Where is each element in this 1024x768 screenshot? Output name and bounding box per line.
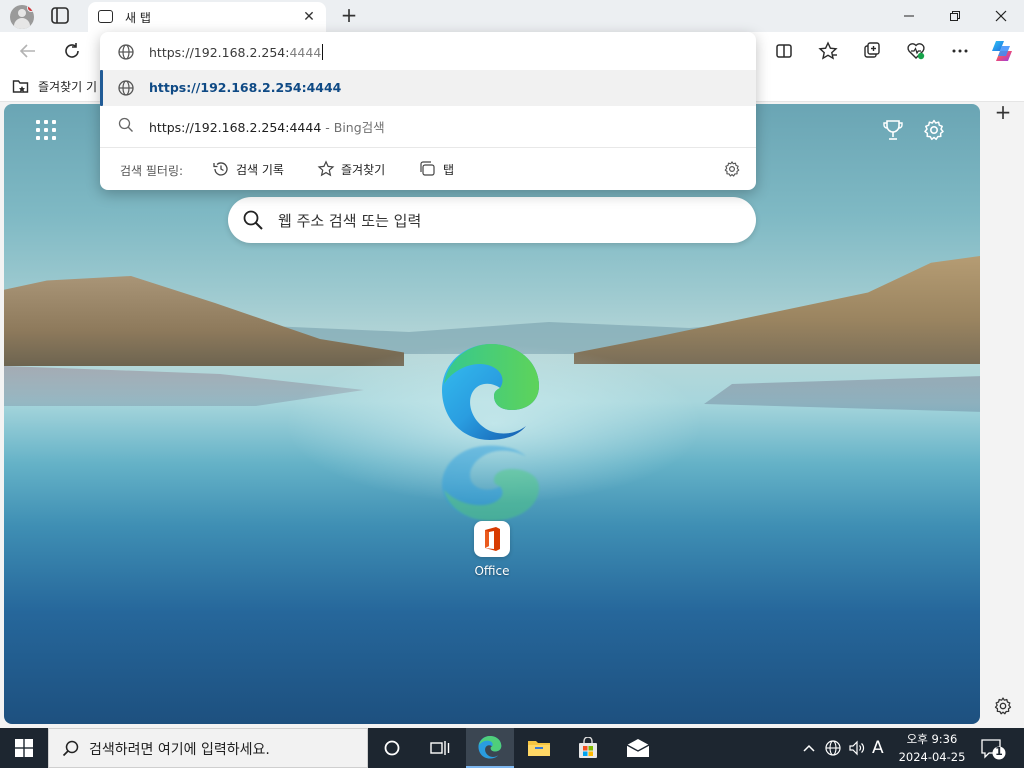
favorites-folder-icon[interactable] xyxy=(12,78,30,94)
selection-accent-bar xyxy=(100,70,103,106)
filter-history[interactable]: 검색 기록 xyxy=(212,159,284,179)
bing-suggestion-suffix: - Bing검색 xyxy=(321,120,385,135)
filter-tabs-label: 탭 xyxy=(443,162,455,177)
more-menu-icon[interactable] xyxy=(950,41,970,61)
history-icon xyxy=(213,162,228,176)
suggestion-bing-search[interactable]: https://192.168.2.254:4444 - Bing검색 xyxy=(100,107,756,143)
web-search-box[interactable]: 웹 주소 검색 또는 입력 xyxy=(228,197,756,243)
ime-indicator[interactable]: A xyxy=(872,738,884,758)
favorites-bar-label[interactable]: 즐겨찾기 기 xyxy=(38,78,97,95)
start-button[interactable] xyxy=(0,728,48,768)
search-filter-row: 검색 필터링: 검색 기록 즐겨찾기 탭 xyxy=(100,147,756,190)
split-screen-icon[interactable] xyxy=(774,41,794,61)
taskbar-clock[interactable]: 오후 9:36 2024-04-25 xyxy=(892,730,972,766)
filter-favorites[interactable]: 즐겨찾기 xyxy=(317,159,385,179)
network-globe-icon[interactable] xyxy=(824,738,842,758)
browser-essentials-icon[interactable] xyxy=(906,41,926,61)
edge-logo-reflection-icon xyxy=(440,444,542,524)
favorites-star-icon[interactable] xyxy=(818,41,838,61)
minimize-button[interactable] xyxy=(886,0,932,32)
show-hidden-icons-chevron-icon[interactable] xyxy=(802,738,816,758)
sidebar-add-icon[interactable]: + xyxy=(993,102,1013,122)
star-icon xyxy=(317,160,335,177)
tab-actions-icon[interactable] xyxy=(48,5,72,27)
notification-center-icon[interactable]: 1 xyxy=(980,738,1008,760)
globe-icon xyxy=(117,79,135,97)
search-icon xyxy=(61,739,81,759)
office-shortcut-label: Office xyxy=(474,564,510,578)
copilot-icon[interactable] xyxy=(989,38,1015,64)
profile-notification-dot xyxy=(27,5,34,12)
taskbar-edge-icon[interactable] xyxy=(466,728,514,768)
rewards-trophy-icon[interactable] xyxy=(881,118,905,142)
new-tab-button[interactable]: + xyxy=(338,4,360,26)
close-window-button[interactable] xyxy=(978,0,1024,32)
address-bar-input[interactable]: https://192.168.2.254:4444 xyxy=(100,34,756,70)
tab-close-icon[interactable]: ✕ xyxy=(300,8,318,26)
edge-logo-icon xyxy=(440,340,542,442)
tab-new-tab[interactable]: 새 탭 ✕ xyxy=(88,2,326,32)
windows-taskbar: 검색하려면 여기에 입력하세요. A 오후 9:36 2024-04-25 1 xyxy=(0,728,1024,768)
clock-time: 오후 9:36 xyxy=(906,732,958,746)
web-search-placeholder: 웹 주소 검색 또는 입력 xyxy=(278,212,422,230)
suggestion-url-text: https://192.168.2.254:4444 xyxy=(149,80,342,95)
avatar-head xyxy=(18,9,26,17)
microsoft-store-icon[interactable] xyxy=(564,728,612,768)
suggestion-url[interactable]: https://192.168.2.254:4444 xyxy=(100,70,756,106)
address-input-text: https://192.168.2.254: xyxy=(149,45,290,60)
collections-icon[interactable] xyxy=(862,41,882,61)
taskbar-search-box[interactable]: 검색하려면 여기에 입력하세요. xyxy=(48,728,368,768)
app-launcher-icon[interactable] xyxy=(36,120,56,140)
text-caret xyxy=(322,44,324,60)
address-input-autocomplete: 4444 xyxy=(289,45,322,60)
bing-suggestion-query: https://192.168.2.254:4444 xyxy=(149,120,322,135)
office-shortcut-tile[interactable] xyxy=(474,521,510,557)
new-tab-page: 웹 주소 검색 또는 입력 Office xyxy=(4,104,980,724)
volume-icon[interactable] xyxy=(848,738,866,758)
refresh-icon[interactable] xyxy=(62,41,82,61)
notification-count-badge: 1 xyxy=(995,745,1003,758)
file-explorer-icon[interactable] xyxy=(515,728,563,768)
right-sidebar: + xyxy=(982,102,1024,728)
filter-history-label: 검색 기록 xyxy=(236,162,284,177)
taskbar-search-placeholder: 검색하려면 여기에 입력하세요. xyxy=(89,742,270,758)
cortana-icon[interactable] xyxy=(368,728,416,768)
search-icon xyxy=(117,116,135,134)
sidebar-settings-gear-icon[interactable] xyxy=(993,696,1013,716)
search-filter-label: 검색 필터링: xyxy=(120,164,184,178)
windows-logo-icon xyxy=(15,739,33,757)
filter-tabs[interactable]: 탭 xyxy=(419,159,454,179)
search-icon xyxy=(242,209,264,231)
office-icon xyxy=(485,527,500,551)
task-view-icon[interactable] xyxy=(416,728,464,768)
restore-button[interactable] xyxy=(932,0,978,32)
globe-icon xyxy=(117,43,135,61)
background-shore-right xyxy=(704,376,980,412)
avatar-body xyxy=(14,18,30,29)
tab-title: 새 탭 xyxy=(125,11,151,25)
clock-date: 2024-04-25 xyxy=(898,750,966,764)
filter-favorites-label: 즐겨찾기 xyxy=(341,162,386,177)
new-tab-favicon-icon xyxy=(98,10,113,23)
address-bar-dropdown: https://192.168.2.254:4444 https://192.1… xyxy=(100,32,756,190)
back-icon[interactable] xyxy=(18,41,38,61)
search-settings-gear-icon[interactable] xyxy=(723,160,741,178)
profile-avatar[interactable] xyxy=(10,5,34,29)
mail-icon[interactable] xyxy=(614,728,662,768)
title-bar: 새 탭 ✕ + xyxy=(0,0,1024,32)
tabs-icon xyxy=(420,161,435,176)
page-settings-gear-icon[interactable] xyxy=(922,118,946,142)
